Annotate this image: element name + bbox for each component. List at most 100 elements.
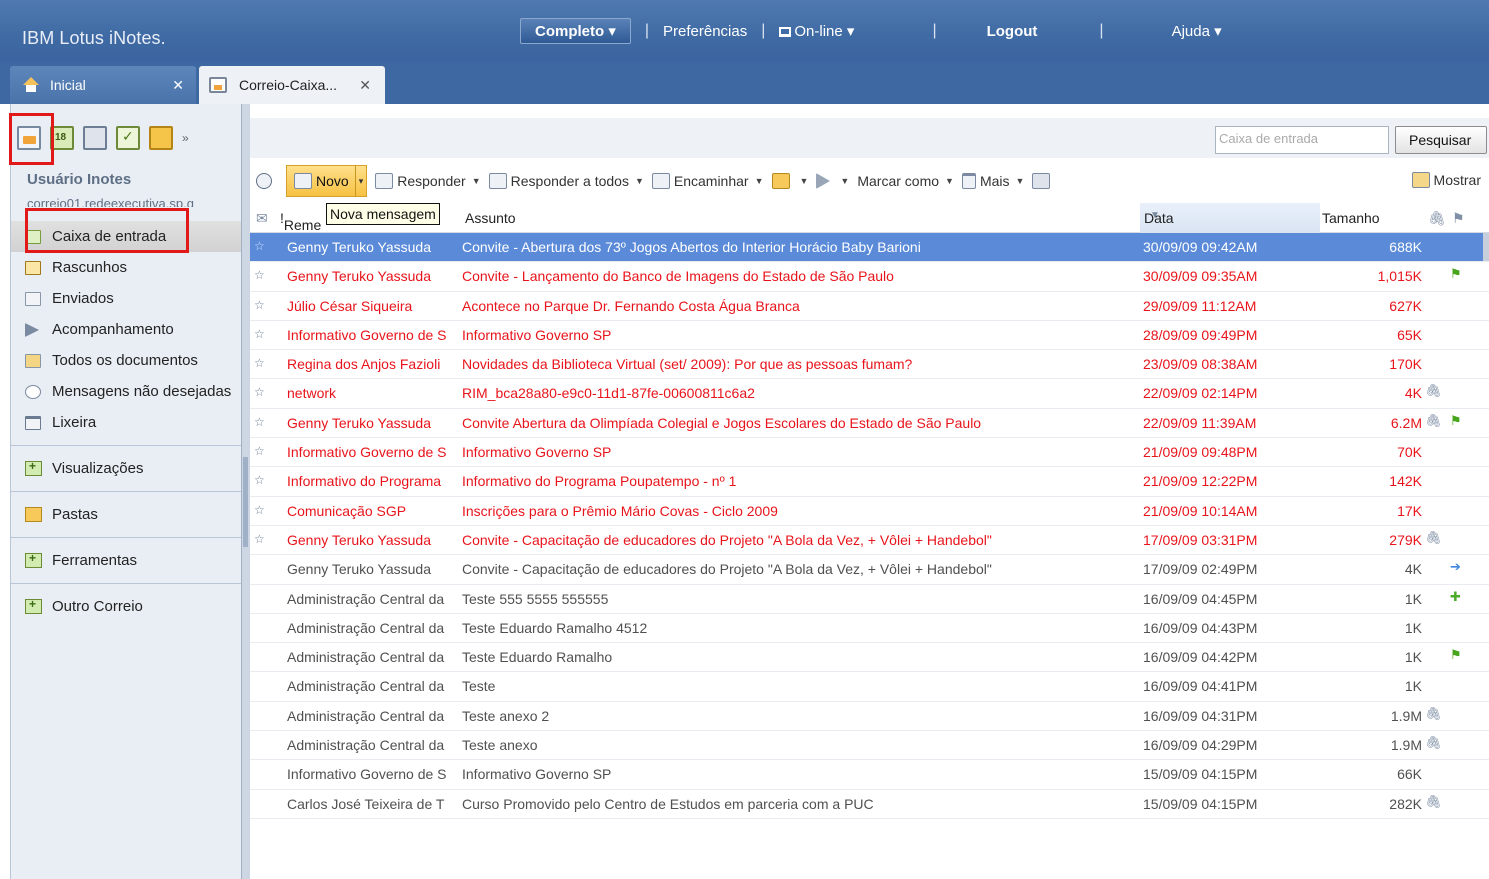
message-row[interactable]: Carlos José Teixeira de T Curso Promovido… <box>250 790 1489 819</box>
drafts-icon <box>25 260 41 275</box>
star-icon[interactable]: ☆ <box>254 239 265 253</box>
tab-home[interactable]: Inicial ✕ <box>10 66 196 104</box>
star-icon[interactable]: ☆ <box>254 268 265 282</box>
column-from[interactable]: ! Reme <box>280 210 321 233</box>
message-row[interactable]: ☆ Genny Teruko Yassuda Convite - Abertura … <box>250 233 1489 263</box>
attachment-icon: 🖇 <box>1425 705 1442 721</box>
attachment-icon: 🖇 <box>1425 793 1442 809</box>
sidebar-item-junk[interactable]: Mensagens não desejadas <box>11 376 242 407</box>
message-from: Genny Teruko Yassuda <box>287 531 431 548</box>
notebook-icon[interactable] <box>149 126 173 150</box>
message-size: 1,015K <box>1377 268 1422 285</box>
flag-column-icon[interactable]: ⚑ <box>1452 210 1465 227</box>
top-nav: Completo ▾ | Preferências | On-line ▾ | … <box>520 16 1222 46</box>
refresh-icon[interactable] <box>256 173 272 189</box>
message-row[interactable]: ☆ Genny Teruko Yassuda Convite - Capacitaç… <box>250 526 1489 556</box>
message-row[interactable]: ☆ Regina dos Anjos Fazioli Novidades da Bi… <box>250 350 1489 380</box>
star-icon[interactable]: ☆ <box>254 532 265 546</box>
logout-link[interactable]: Logout <box>987 23 1038 40</box>
reply-button[interactable]: Responder ▼ <box>375 173 481 189</box>
message-date: 23/09/09 08:38AM <box>1143 356 1258 373</box>
online-status-menu[interactable]: On-line ▾ <box>779 22 854 40</box>
search-input[interactable]: Caixa de entrada <box>1215 126 1389 154</box>
section-folders[interactable]: Pastas <box>11 491 242 537</box>
contacts-icon[interactable] <box>83 126 107 150</box>
message-row[interactable]: ☆ Júlio César Siqueira Acontece no Parque … <box>250 292 1489 321</box>
forward-button[interactable]: Encaminhar ▼ <box>651 173 764 189</box>
section-views[interactable]: Visualizações <box>11 445 242 491</box>
star-icon[interactable]: ☆ <box>254 385 265 399</box>
help-menu[interactable]: Ajuda ▾ <box>1172 22 1222 40</box>
folder-icon <box>771 173 790 189</box>
more-button[interactable]: Mais ▼ <box>961 173 1024 189</box>
column-size[interactable]: Tamanho <box>1322 210 1380 226</box>
new-message-button[interactable]: Novo ▾ <box>286 165 368 197</box>
message-size: 1K <box>1404 619 1422 636</box>
message-row[interactable]: Informativo Governo de S Informativo Gove… <box>250 760 1489 790</box>
message-row[interactable]: ☆ Comunicação SGP Inscrições para o Prêmio… <box>250 497 1489 526</box>
message-date: 22/09/09 11:39AM <box>1143 414 1257 431</box>
close-icon[interactable]: ✕ <box>359 77 371 94</box>
message-row[interactable]: ☆ network RIM_bca28a80-e9c0-11d1-87fe-0060… <box>250 379 1489 409</box>
section-tools[interactable]: Ferramentas <box>11 537 242 583</box>
message-row[interactable]: ☆ Informativo Governo de S Informativo Gov… <box>250 438 1489 468</box>
sidebar-item-sent[interactable]: Enviados <box>11 283 242 314</box>
message-size: 1K <box>1404 649 1422 666</box>
follow-up-button[interactable]: ▼ <box>816 173 849 189</box>
star-icon[interactable]: ☆ <box>254 327 265 341</box>
tab-mail-label: Correio-Caixa... <box>239 77 338 93</box>
full-mode-button[interactable]: Completo ▾ <box>520 18 631 44</box>
message-subject: Teste Eduardo Ramalho 4512 <box>462 619 648 636</box>
mark-as-button[interactable]: Marcar como ▼ <box>857 173 954 189</box>
message-row[interactable]: Administração Central da Teste 16/09/09 04… <box>250 672 1489 702</box>
todo-icon[interactable] <box>116 126 140 150</box>
search-button[interactable]: Pesquisar <box>1395 126 1487 154</box>
sidebar-item-all-documents[interactable]: Todos os documentos <box>11 345 242 376</box>
star-icon[interactable]: ☆ <box>254 444 265 458</box>
splitter-grip[interactable] <box>243 457 248 547</box>
more-apps-icon[interactable]: » <box>182 131 189 145</box>
attachment-column-icon[interactable]: 🖇 <box>1428 210 1446 227</box>
star-icon[interactable]: ☆ <box>254 473 265 487</box>
show-button[interactable]: Mostrar <box>1411 172 1481 188</box>
home-icon <box>22 77 40 93</box>
column-date[interactable]: Data ▼ <box>1140 203 1320 233</box>
message-row[interactable]: Genny Teruko Yassuda Convite - Capacitaçã… <box>250 555 1489 585</box>
message-row[interactable]: Administração Central da Teste anexo 2 16/… <box>250 702 1489 732</box>
column-subject[interactable]: Assunto <box>465 210 516 226</box>
message-from: Genny Teruko Yassuda <box>287 561 431 578</box>
star-icon[interactable]: ☆ <box>254 415 265 429</box>
message-row[interactable]: Administração Central da Teste anexo 16/09… <box>250 731 1489 761</box>
section-other-mail[interactable]: Outro Correio <box>11 583 242 629</box>
message-row[interactable]: Administração Central da Teste 555 5555 5… <box>250 585 1489 614</box>
section-label: Pastas <box>52 506 98 523</box>
sidebar-item-follow-up[interactable]: Acompanhamento <box>11 314 242 345</box>
message-subject: Informativo do Programa Poupatempo - nº … <box>462 473 737 490</box>
star-icon[interactable]: ☆ <box>254 298 265 312</box>
message-row[interactable]: ☆ Genny Teruko Yassuda Convite Abertura da… <box>250 409 1489 439</box>
message-subject: Teste anexo 2 <box>462 707 550 724</box>
sidebar-item-drafts[interactable]: Rascunhos <box>11 252 242 283</box>
star-icon[interactable]: ☆ <box>254 503 265 517</box>
scrollbar[interactable] <box>1483 233 1489 261</box>
preferences-link[interactable]: Preferências <box>663 23 747 40</box>
message-row[interactable]: ☆ Informativo do Programa Informativo do P… <box>250 467 1489 497</box>
message-row[interactable]: Administração Central da Teste Eduardo Ra… <box>250 614 1489 644</box>
reply-all-button[interactable]: Responder a todos ▼ <box>488 173 644 189</box>
tab-mail[interactable]: Correio-Caixa... ✕ <box>199 66 385 104</box>
sidebar-item-trash[interactable]: Lixeira <box>11 407 242 438</box>
message-subject: Teste Eduardo Ramalho <box>462 649 613 666</box>
sidebar-item-label: Enviados <box>52 290 114 307</box>
message-size: 1K <box>1404 678 1422 695</box>
caret-icon: ▼ <box>799 176 809 186</box>
message-row[interactable]: ☆ Genny Teruko Yassuda Convite - Lançament… <box>250 262 1489 292</box>
message-row[interactable]: Administração Central da Teste Eduardo Ra… <box>250 643 1489 673</box>
move-to-folder-button[interactable]: ▼ <box>771 173 809 189</box>
star-icon[interactable]: ☆ <box>254 356 265 370</box>
message-subject: RIM_bca28a80-e9c0-11d1-87fe-00600811c6a2 <box>462 385 755 402</box>
new-dropdown[interactable]: ▾ <box>354 165 363 197</box>
message-row[interactable]: ☆ Informativo Governo de S Informativo Gov… <box>250 321 1489 351</box>
close-icon[interactable]: ✕ <box>172 77 184 94</box>
print-button[interactable] <box>1032 173 1054 189</box>
envelope-icon[interactable]: ✉ <box>256 210 268 227</box>
